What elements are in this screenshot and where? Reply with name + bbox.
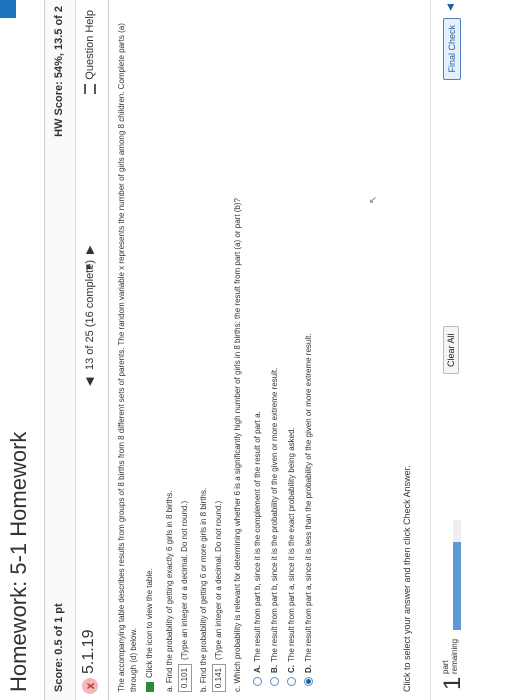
parts-progress-bar (453, 520, 461, 630)
parts-label-line2: remaining (450, 638, 459, 674)
part-b-answer-row: 0.141 (Type an integer or a decimal. Do n… (212, 8, 226, 692)
option-c-text: The result from part a, since it is the … (287, 427, 296, 662)
score-bar: Score: 0.5 of 1 pt HW Score: 54%, 13.5 o… (44, 0, 76, 700)
radio-b[interactable] (270, 677, 280, 686)
title-bar: Homework: 5-1 Homework (0, 0, 44, 700)
part-b-answer-field[interactable]: 0.141 (212, 663, 226, 692)
incorrect-icon: x (82, 678, 98, 694)
option-a-letter: A. (253, 665, 262, 673)
part-a-answer-field[interactable]: 0.101 (178, 663, 192, 692)
parts-progress-fill (453, 542, 461, 630)
question-position: 13 of 25 (16 complete) (84, 259, 96, 370)
homework-score: HW Score: 54%, 13.5 of 2 (53, 6, 65, 137)
clear-all-button[interactable]: Clear All (443, 326, 459, 374)
option-a-text: The result from part b, since it is the … (253, 411, 262, 662)
mouse-cursor-icon: ↖ (368, 195, 379, 204)
option-d-text: The result from part a, since it is less… (304, 333, 313, 662)
part-a-prompt: a. Find the probability of getting exact… (165, 490, 174, 692)
footer-bar: 1 part remaining Clear All Final Check ◀ (430, 0, 524, 700)
parts-remaining-label: part remaining (441, 639, 459, 674)
radio-c[interactable] (287, 677, 297, 686)
question-intro: The accompanying table describes results… (117, 23, 138, 692)
view-table-label: Click the icon to view the table. (145, 568, 154, 678)
question-content: The accompanying table describes results… (116, 8, 320, 692)
option-b[interactable]: B. The result from part b, since it is th… (269, 8, 281, 686)
question-help-button[interactable]: Question Help (84, 10, 97, 94)
screen: Homework: 5-1 Homework Score: 0.5 of 1 p… (0, 0, 524, 700)
question-bar: x 5.1.19 ◀ 13 of 25 (16 complete) ▼ ▶ Qu… (74, 0, 109, 700)
answer-instruction: Click to select your answer and then cli… (402, 465, 412, 692)
page-title: Homework: 5-1 Homework (6, 431, 31, 692)
corner-accent (0, 0, 16, 18)
view-table-link[interactable]: Click the icon to view the table. (144, 8, 156, 692)
answer-options: A. The result from part b, since it is th… (252, 8, 315, 686)
part-b-hint: (Type an integer or a decimal. Do not ro… (214, 500, 223, 660)
radio-a[interactable] (253, 677, 263, 686)
table-icon[interactable] (145, 682, 154, 692)
next-question-button[interactable]: ▶ (83, 246, 96, 254)
question-list-dropdown[interactable]: ▼ (84, 262, 95, 272)
final-check-button[interactable]: Final Check (443, 18, 461, 80)
radio-d[interactable] (304, 677, 314, 686)
part-a-hint: (Type an integer or a decimal. Do not ro… (180, 500, 189, 660)
option-b-text: The result from part b, since it is the … (270, 367, 279, 662)
question-number: 5.1.19 (80, 629, 97, 674)
part-c-prompt: c. Which probability is relevant for det… (233, 198, 242, 692)
previous-question-button[interactable]: ◀ (83, 378, 96, 386)
collapse-arrow-icon[interactable]: ◀ (445, 4, 456, 11)
option-a[interactable]: A. The result from part b, since it is th… (252, 8, 264, 686)
part-a-answer-row: 0.101 (Type an integer or a decimal. Do n… (178, 8, 192, 692)
option-d[interactable]: D. The result from part a, since it is le… (303, 8, 315, 686)
option-b-letter: B. (270, 665, 279, 673)
option-d-letter: D. (304, 665, 313, 673)
parts-remaining-count: 1 (439, 676, 466, 690)
question-help-label: Question Help (84, 10, 96, 80)
option-c-letter: C. (287, 665, 296, 673)
question-score: Score: 0.5 of 1 pt (53, 603, 65, 692)
part-b-prompt: b. Find the probability of getting 6 or … (199, 487, 208, 692)
help-list-icon (84, 83, 97, 94)
option-c[interactable]: C. The result from part a, since it is th… (286, 8, 298, 686)
parts-label-line1: part (441, 660, 450, 674)
